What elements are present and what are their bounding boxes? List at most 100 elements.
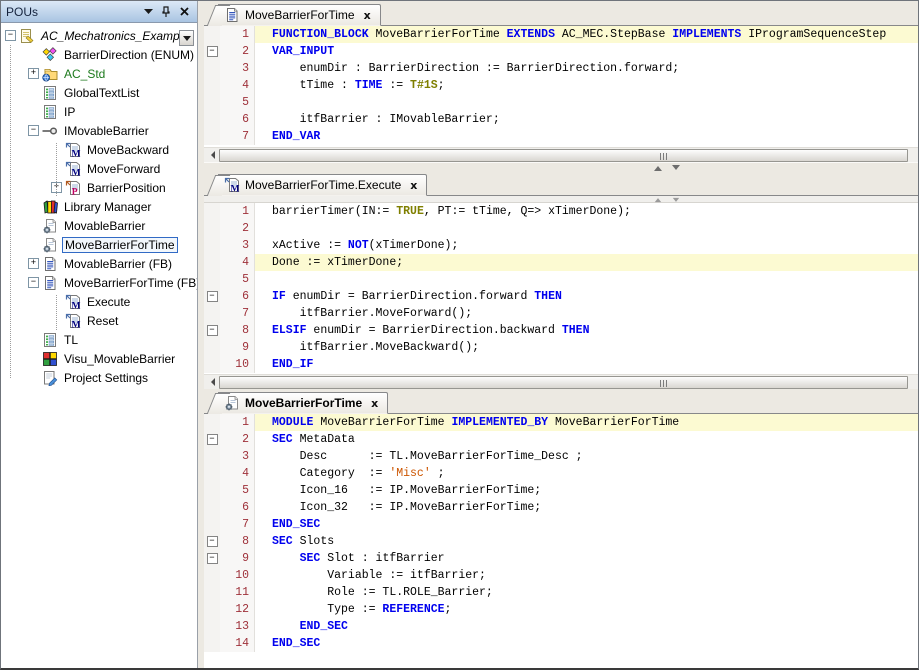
horizontal-scrollbar[interactable] <box>204 374 918 389</box>
tab-strip: MoveBarrierForTime x <box>204 389 918 414</box>
code-line: 7 itfBarrier.MoveForward(); <box>204 305 918 322</box>
code-line: −2SEC MetaData <box>204 431 918 448</box>
method-icon: M <box>65 294 82 310</box>
tab-label: MoveBarrierForTime <box>245 396 362 410</box>
svg-text:M: M <box>72 301 81 310</box>
code-text <box>255 220 918 237</box>
tree-item-visu-movablebarrier[interactable]: Visu_MovableBarrier <box>1 349 197 368</box>
tab-movebarrierfortime[interactable]: MoveBarrierForTimex <box>218 4 381 26</box>
fold-margin <box>204 77 220 94</box>
code-line: −2VAR_INPUT <box>204 43 918 60</box>
horizontal-scrollbar[interactable] <box>204 147 918 162</box>
scrollbar-thumb[interactable] <box>219 149 908 162</box>
window-menu-chevron-icon[interactable] <box>140 4 156 20</box>
line-number: 8 <box>220 533 255 550</box>
scroll-left-button[interactable] <box>204 148 219 163</box>
code-text: IF enumDir = BarrierDirection.forward TH… <box>255 288 918 305</box>
code-editor[interactable]: 1FUNCTION_BLOCK MoveBarrierForTime EXTEN… <box>204 26 918 147</box>
code-line: 3xActive := NOT(xTimerDone); <box>204 237 918 254</box>
property-icon: P <box>65 180 82 196</box>
line-number: 6 <box>220 288 255 305</box>
tree-item-barrierdirection-enum[interactable]: BarrierDirection (ENUM) <box>1 45 197 64</box>
tree-item-movebarrierfortime-fb[interactable]: −MoveBarrierForTime (FB) <box>1 273 197 292</box>
tree-item-label: GlobalTextList <box>62 86 141 100</box>
tree-item-movablebarrier-fb[interactable]: + MovableBarrier (FB) <box>1 254 197 273</box>
tree-item-tl[interactable]: TL <box>1 330 197 349</box>
scroll-left-button[interactable] <box>204 375 219 390</box>
fold-collapse-icon[interactable]: − <box>207 325 218 336</box>
editor-split-handle[interactable] <box>204 196 918 203</box>
code-text: SEC MetaData <box>255 431 918 448</box>
tab-close-icon[interactable]: x <box>364 9 371 22</box>
fold-margin <box>204 128 220 145</box>
tree-item-reset[interactable]: MReset <box>1 311 197 330</box>
collapse-box-icon[interactable]: − <box>5 30 16 41</box>
tree-item-movebackward[interactable]: MMoveBackward <box>1 140 197 159</box>
textlist-icon <box>42 85 59 101</box>
fold-margin <box>204 601 220 618</box>
line-number: 9 <box>220 339 255 356</box>
tree-item-library-manager[interactable]: Library Manager <box>1 197 197 216</box>
tree-item-label: MoveForward <box>85 162 162 176</box>
tree-item-execute[interactable]: M Execute <box>1 292 197 311</box>
tree-item-imovablebarrier[interactable]: −IMovableBarrier <box>1 121 197 140</box>
fbdoc-icon <box>42 256 59 272</box>
tree-item-label: Execute <box>85 295 132 309</box>
fold-margin <box>204 482 220 499</box>
fold-collapse-icon[interactable]: − <box>207 553 218 564</box>
module-icon <box>224 395 240 411</box>
line-number: 7 <box>220 128 255 145</box>
method-icon: M <box>65 313 82 329</box>
fold-margin: − <box>204 533 220 550</box>
code-line: 5 <box>204 271 918 288</box>
fold-margin: − <box>204 288 220 305</box>
tab-close-icon[interactable]: x <box>371 397 378 410</box>
code-line: −6IF enumDir = BarrierDirection.forward … <box>204 288 918 305</box>
code-text: END_SEC <box>255 635 918 652</box>
code-line: 6 Icon_32 := IP.MoveBarrierForTime; <box>204 499 918 516</box>
pin-icon[interactable] <box>158 4 174 20</box>
tab-movebarrierfortime[interactable]: MoveBarrierForTime x <box>218 392 388 414</box>
fold-collapse-icon[interactable]: − <box>207 536 218 547</box>
fold-collapse-icon[interactable]: − <box>207 46 218 57</box>
tree-item-globaltextlist[interactable]: GlobalTextList <box>1 83 197 102</box>
tree-item-moveforward[interactable]: MMoveForward <box>1 159 197 178</box>
pou-panel: POUs −AC_Mechatronics_ExampleBarrierDire… <box>1 1 198 668</box>
line-number: 8 <box>220 322 255 339</box>
code-line: 12 Type := REFERENCE; <box>204 601 918 618</box>
fold-margin <box>204 448 220 465</box>
collapse-box-icon[interactable]: − <box>28 125 39 136</box>
collapse-box-icon[interactable]: − <box>28 277 39 288</box>
project-dropdown-button[interactable] <box>179 30 194 46</box>
fold-margin <box>204 414 220 431</box>
fold-margin: − <box>204 322 220 339</box>
expand-box-icon[interactable]: + <box>28 258 39 269</box>
code-line: 9 itfBarrier.MoveBackward(); <box>204 339 918 356</box>
fold-margin <box>204 465 220 482</box>
code-editor[interactable]: 1MODULE MoveBarrierForTime IMPLEMENTED_B… <box>204 414 918 668</box>
code-text: itfBarrier.MoveBackward(); <box>255 339 918 356</box>
tree-item-movablebarrier[interactable]: MovableBarrier <box>1 216 197 235</box>
fold-collapse-icon[interactable]: − <box>207 434 218 445</box>
close-icon[interactable] <box>176 4 192 20</box>
tree-item-ip[interactable]: IP <box>1 102 197 121</box>
fold-margin <box>204 111 220 128</box>
tree-item-label: MovableBarrier (FB) <box>62 257 174 271</box>
fold-collapse-icon[interactable]: − <box>207 291 218 302</box>
expand-box-icon[interactable]: + <box>28 68 39 79</box>
tree-item-movebarrierfortime[interactable]: MoveBarrierForTime <box>1 235 197 254</box>
tree-item-ac-std[interactable]: +AC_Std <box>1 64 197 83</box>
code-text: FUNCTION_BLOCK MoveBarrierForTime EXTEND… <box>255 26 918 43</box>
tree-item-ac-mechatronics-example[interactable]: −AC_Mechatronics_Example <box>1 26 197 45</box>
tab-close-icon[interactable]: x <box>410 179 417 192</box>
code-editor[interactable]: 1barrierTimer(IN:= TRUE, PT:= tTime, Q=>… <box>204 203 918 374</box>
svg-text:P: P <box>72 187 78 196</box>
pane-splitter[interactable] <box>204 162 918 171</box>
code-line: −9 SEC Slot : itfBarrier <box>204 550 918 567</box>
code-text: END_VAR <box>255 128 918 145</box>
tree-item-project-settings[interactable]: Project Settings <box>1 368 197 387</box>
line-number: 3 <box>220 448 255 465</box>
scrollbar-thumb[interactable] <box>219 376 908 389</box>
tab-movebarrierfortime-execute[interactable]: MMoveBarrierForTime.Executex <box>218 174 427 196</box>
tree-item-barrierposition[interactable]: +PBarrierPosition <box>1 178 197 197</box>
